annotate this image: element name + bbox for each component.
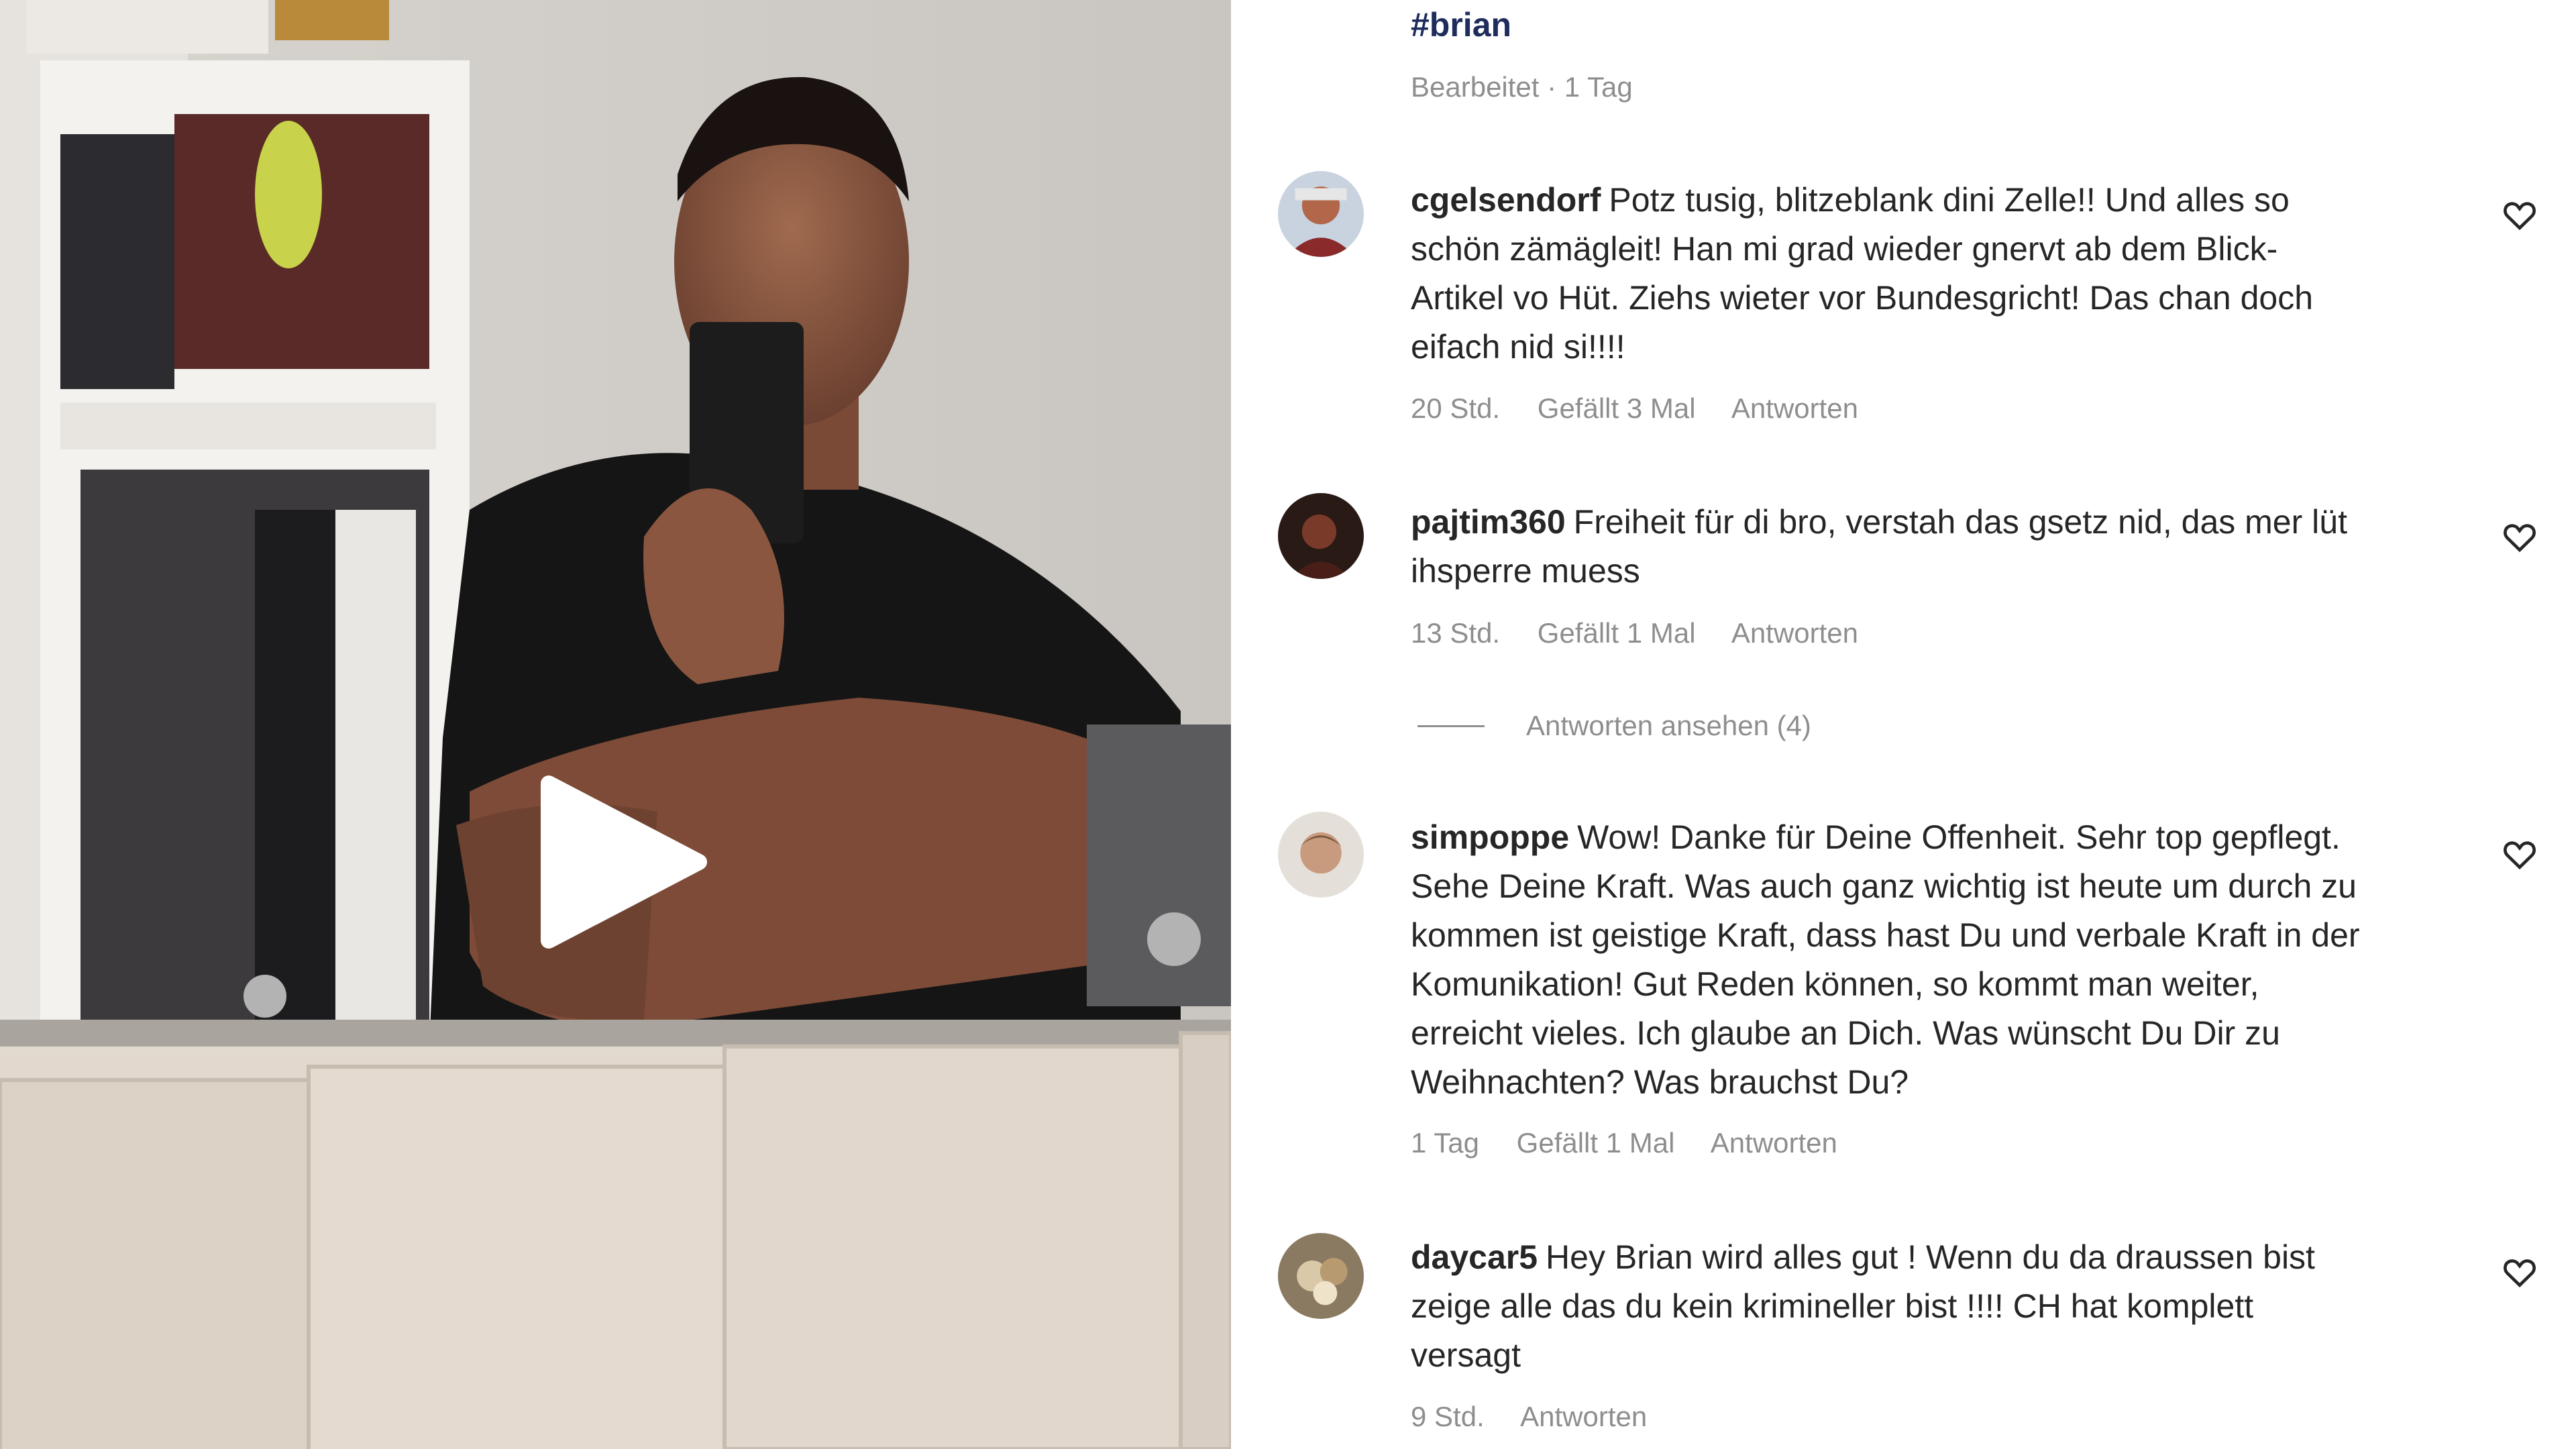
comment-time: 20 Std. xyxy=(1411,392,1501,424)
view-replies-label: Antworten ansehen (4) xyxy=(1526,710,1811,741)
comment-likes[interactable]: Gefällt 3 Mal xyxy=(1538,392,1696,424)
comment-username[interactable]: simpoppe xyxy=(1411,818,1569,856)
heart-icon xyxy=(2504,524,2536,553)
like-button[interactable] xyxy=(2501,196,2538,233)
comment-meta: 1 Tag Gefällt 1 Mal Antworten xyxy=(1411,1127,1867,1159)
comment-body: cgelsendorf Potz tusig, blitzeblank dini … xyxy=(1411,176,2363,372)
caption-hashtag[interactable]: #brian xyxy=(1411,5,1511,44)
comment-time: 9 Std. xyxy=(1411,1401,1485,1432)
comment-time: 1 Tag xyxy=(1411,1127,1479,1159)
reply-button[interactable]: Antworten xyxy=(1731,617,1858,649)
comment-text: Wow! Danke für Deine Offenheit. Sehr top… xyxy=(1411,818,2360,1101)
comment-likes[interactable]: Gefällt 1 Mal xyxy=(1517,1127,1675,1159)
avatar[interactable] xyxy=(1278,493,1364,579)
play-button[interactable] xyxy=(537,771,711,953)
video-frame xyxy=(0,0,1231,1449)
avatar[interactable] xyxy=(1278,1233,1364,1319)
comment-body: daycar5 Hey Brian wird alles gut ! Wenn d… xyxy=(1411,1233,2363,1380)
comment-text: Hey Brian wird alles gut ! Wenn du da dr… xyxy=(1411,1238,2315,1374)
comment-meta: 9 Std. Antworten xyxy=(1411,1401,1676,1433)
comments-panel: #brian Bearbeitet · 1 Tag cgelsendorf Pot… xyxy=(1231,0,2576,1449)
reply-button[interactable]: Antworten xyxy=(1520,1401,1647,1432)
like-button[interactable] xyxy=(2501,835,2538,873)
like-button[interactable] xyxy=(2501,1253,2538,1291)
view-replies-button[interactable]: Antworten ansehen (4) xyxy=(1417,710,1811,742)
play-icon xyxy=(541,775,707,949)
video-player[interactable] xyxy=(0,0,1231,1449)
like-button[interactable] xyxy=(2501,518,2538,555)
heart-icon xyxy=(2504,1259,2536,1288)
comment-time: 13 Std. xyxy=(1411,617,1501,649)
caption-meta: Bearbeitet · 1 Tag xyxy=(1411,71,1633,103)
heart-icon xyxy=(2504,841,2536,870)
comment-meta: 20 Std. Gefällt 3 Mal Antworten xyxy=(1411,392,1888,425)
comment-username[interactable]: daycar5 xyxy=(1411,1238,1538,1276)
comment-username[interactable]: cgelsendorf xyxy=(1411,181,1601,219)
comment-likes[interactable]: Gefällt 1 Mal xyxy=(1538,617,1696,649)
reply-button[interactable]: Antworten xyxy=(1711,1127,1837,1159)
comment-body: pajtim360 Freiheit für di bro, verstah da… xyxy=(1411,498,2363,596)
comment-body: simpoppe Wow! Danke für Deine Offenheit. … xyxy=(1411,813,2363,1107)
heart-icon xyxy=(2504,202,2536,231)
replies-divider xyxy=(1417,724,1485,727)
avatar[interactable] xyxy=(1278,171,1364,257)
comment-username[interactable]: pajtim360 xyxy=(1411,503,1566,541)
reply-button[interactable]: Antworten xyxy=(1731,392,1858,424)
avatar[interactable] xyxy=(1278,812,1364,898)
comment-meta: 13 Std. Gefällt 1 Mal Antworten xyxy=(1411,617,1888,649)
